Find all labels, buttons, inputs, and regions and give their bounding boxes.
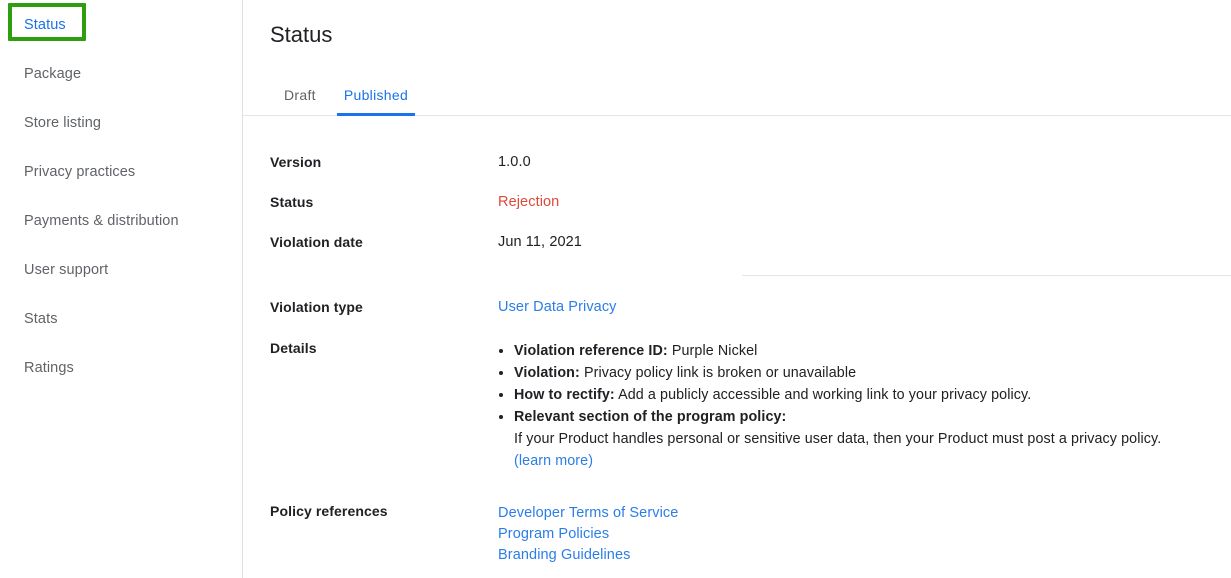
list-item: Violation: Privacy policy link is broken… <box>514 362 1161 384</box>
row-violation-type: Violation type User Data Privacy <box>270 299 1231 315</box>
status-badge: Rejection <box>498 194 560 210</box>
sidebar-item-label: Ratings <box>24 359 74 376</box>
detail-value: Privacy policy link is broken or unavail… <box>579 365 857 381</box>
sidebar: Status Package Store listing Privacy pra… <box>0 0 243 578</box>
sidebar-item-label: Store listing <box>24 114 102 131</box>
policy-reference-links: Developer Terms of Service Program Polic… <box>498 503 678 566</box>
detail-key: How to rectify: <box>514 387 615 403</box>
sidebar-item-ratings[interactable]: Ratings <box>0 343 242 392</box>
row-value-violation-type: User Data Privacy <box>498 299 617 315</box>
sidebar-item-label: Payments & distribution <box>24 212 179 229</box>
row-label-policy-references: Policy references <box>270 503 388 519</box>
row-label-violation-type: Violation type <box>270 299 363 315</box>
list-item: Relevant section of the program policy: … <box>514 406 1161 472</box>
sidebar-item-label: Privacy practices <box>24 163 136 180</box>
tab-label: Published <box>343 87 409 103</box>
detail-value: Add a publicly accessible and working li… <box>614 387 1032 403</box>
row-version: Version 1.0.0 <box>270 154 1231 170</box>
page-title: Status <box>270 22 333 47</box>
list-item: Violation reference ID: Purple Nickel <box>514 340 1161 362</box>
row-label-violation-date: Violation date <box>270 234 363 250</box>
sidebar-item-label: Status <box>24 16 66 33</box>
status-detail-panel: Version 1.0.0 Status Rejection Violation… <box>243 154 1231 566</box>
detail-policy-excerpt: If your Product handles personal or sens… <box>514 431 1162 447</box>
row-value-details: Violation reference ID: Purple Nickel Vi… <box>498 340 1161 472</box>
sidebar-item-user-support[interactable]: User support <box>0 245 242 294</box>
tab-draft[interactable]: Draft <box>270 87 330 116</box>
app-root: Status Package Store listing Privacy pra… <box>0 0 1231 578</box>
list-item: How to rectify: Add a publicly accessibl… <box>514 384 1161 406</box>
row-value-violation-date: Jun 11, 2021 <box>498 234 582 250</box>
detail-key: Violation: <box>514 365 580 381</box>
row-label-details: Details <box>270 340 317 356</box>
sidebar-item-payments-distribution[interactable]: Payments & distribution <box>0 196 242 245</box>
tab-published[interactable]: Published <box>330 87 422 116</box>
sidebar-item-status[interactable]: Status <box>0 0 242 49</box>
tab-label: Draft <box>284 87 316 103</box>
policy-link-branding-guidelines[interactable]: Branding Guidelines <box>498 545 678 566</box>
sidebar-item-label: Package <box>24 65 82 82</box>
section-divider <box>742 275 1231 276</box>
sidebar-item-label: User support <box>24 261 109 278</box>
row-label-version: Version <box>270 154 322 170</box>
detail-key: Relevant section of the program policy: <box>514 409 787 425</box>
tab-bar: Draft Published <box>243 71 1231 116</box>
row-status: Status Rejection <box>270 194 1231 210</box>
main-content: Status Draft Published Version 1.0.0 Sta… <box>243 0 1231 578</box>
details-bullet-list: Violation reference ID: Purple Nickel Vi… <box>498 340 1161 472</box>
learn-more-link[interactable]: (learn more) <box>514 450 1161 472</box>
sidebar-item-stats[interactable]: Stats <box>0 294 242 343</box>
detail-value: Purple Nickel <box>667 343 758 359</box>
violation-type-link[interactable]: User Data Privacy <box>498 299 617 315</box>
row-policy-references: Policy references Developer Terms of Ser… <box>270 503 1231 566</box>
row-details: Details Violation reference ID: Purple N… <box>270 340 1231 472</box>
detail-key: Violation reference ID: <box>514 343 668 359</box>
sidebar-item-package[interactable]: Package <box>0 49 242 98</box>
policy-link-program-policies[interactable]: Program Policies <box>498 524 678 545</box>
row-label-status: Status <box>270 194 314 210</box>
row-value-version: 1.0.0 <box>498 154 531 170</box>
policy-link-developer-terms[interactable]: Developer Terms of Service <box>498 503 678 524</box>
row-violation-date: Violation date Jun 11, 2021 <box>270 234 1231 250</box>
sidebar-item-store-listing[interactable]: Store listing <box>0 98 242 147</box>
sidebar-item-label: Stats <box>24 310 58 327</box>
sidebar-item-privacy-practices[interactable]: Privacy practices <box>0 147 242 196</box>
sidebar-nav-list: Status Package Store listing Privacy pra… <box>0 0 242 392</box>
